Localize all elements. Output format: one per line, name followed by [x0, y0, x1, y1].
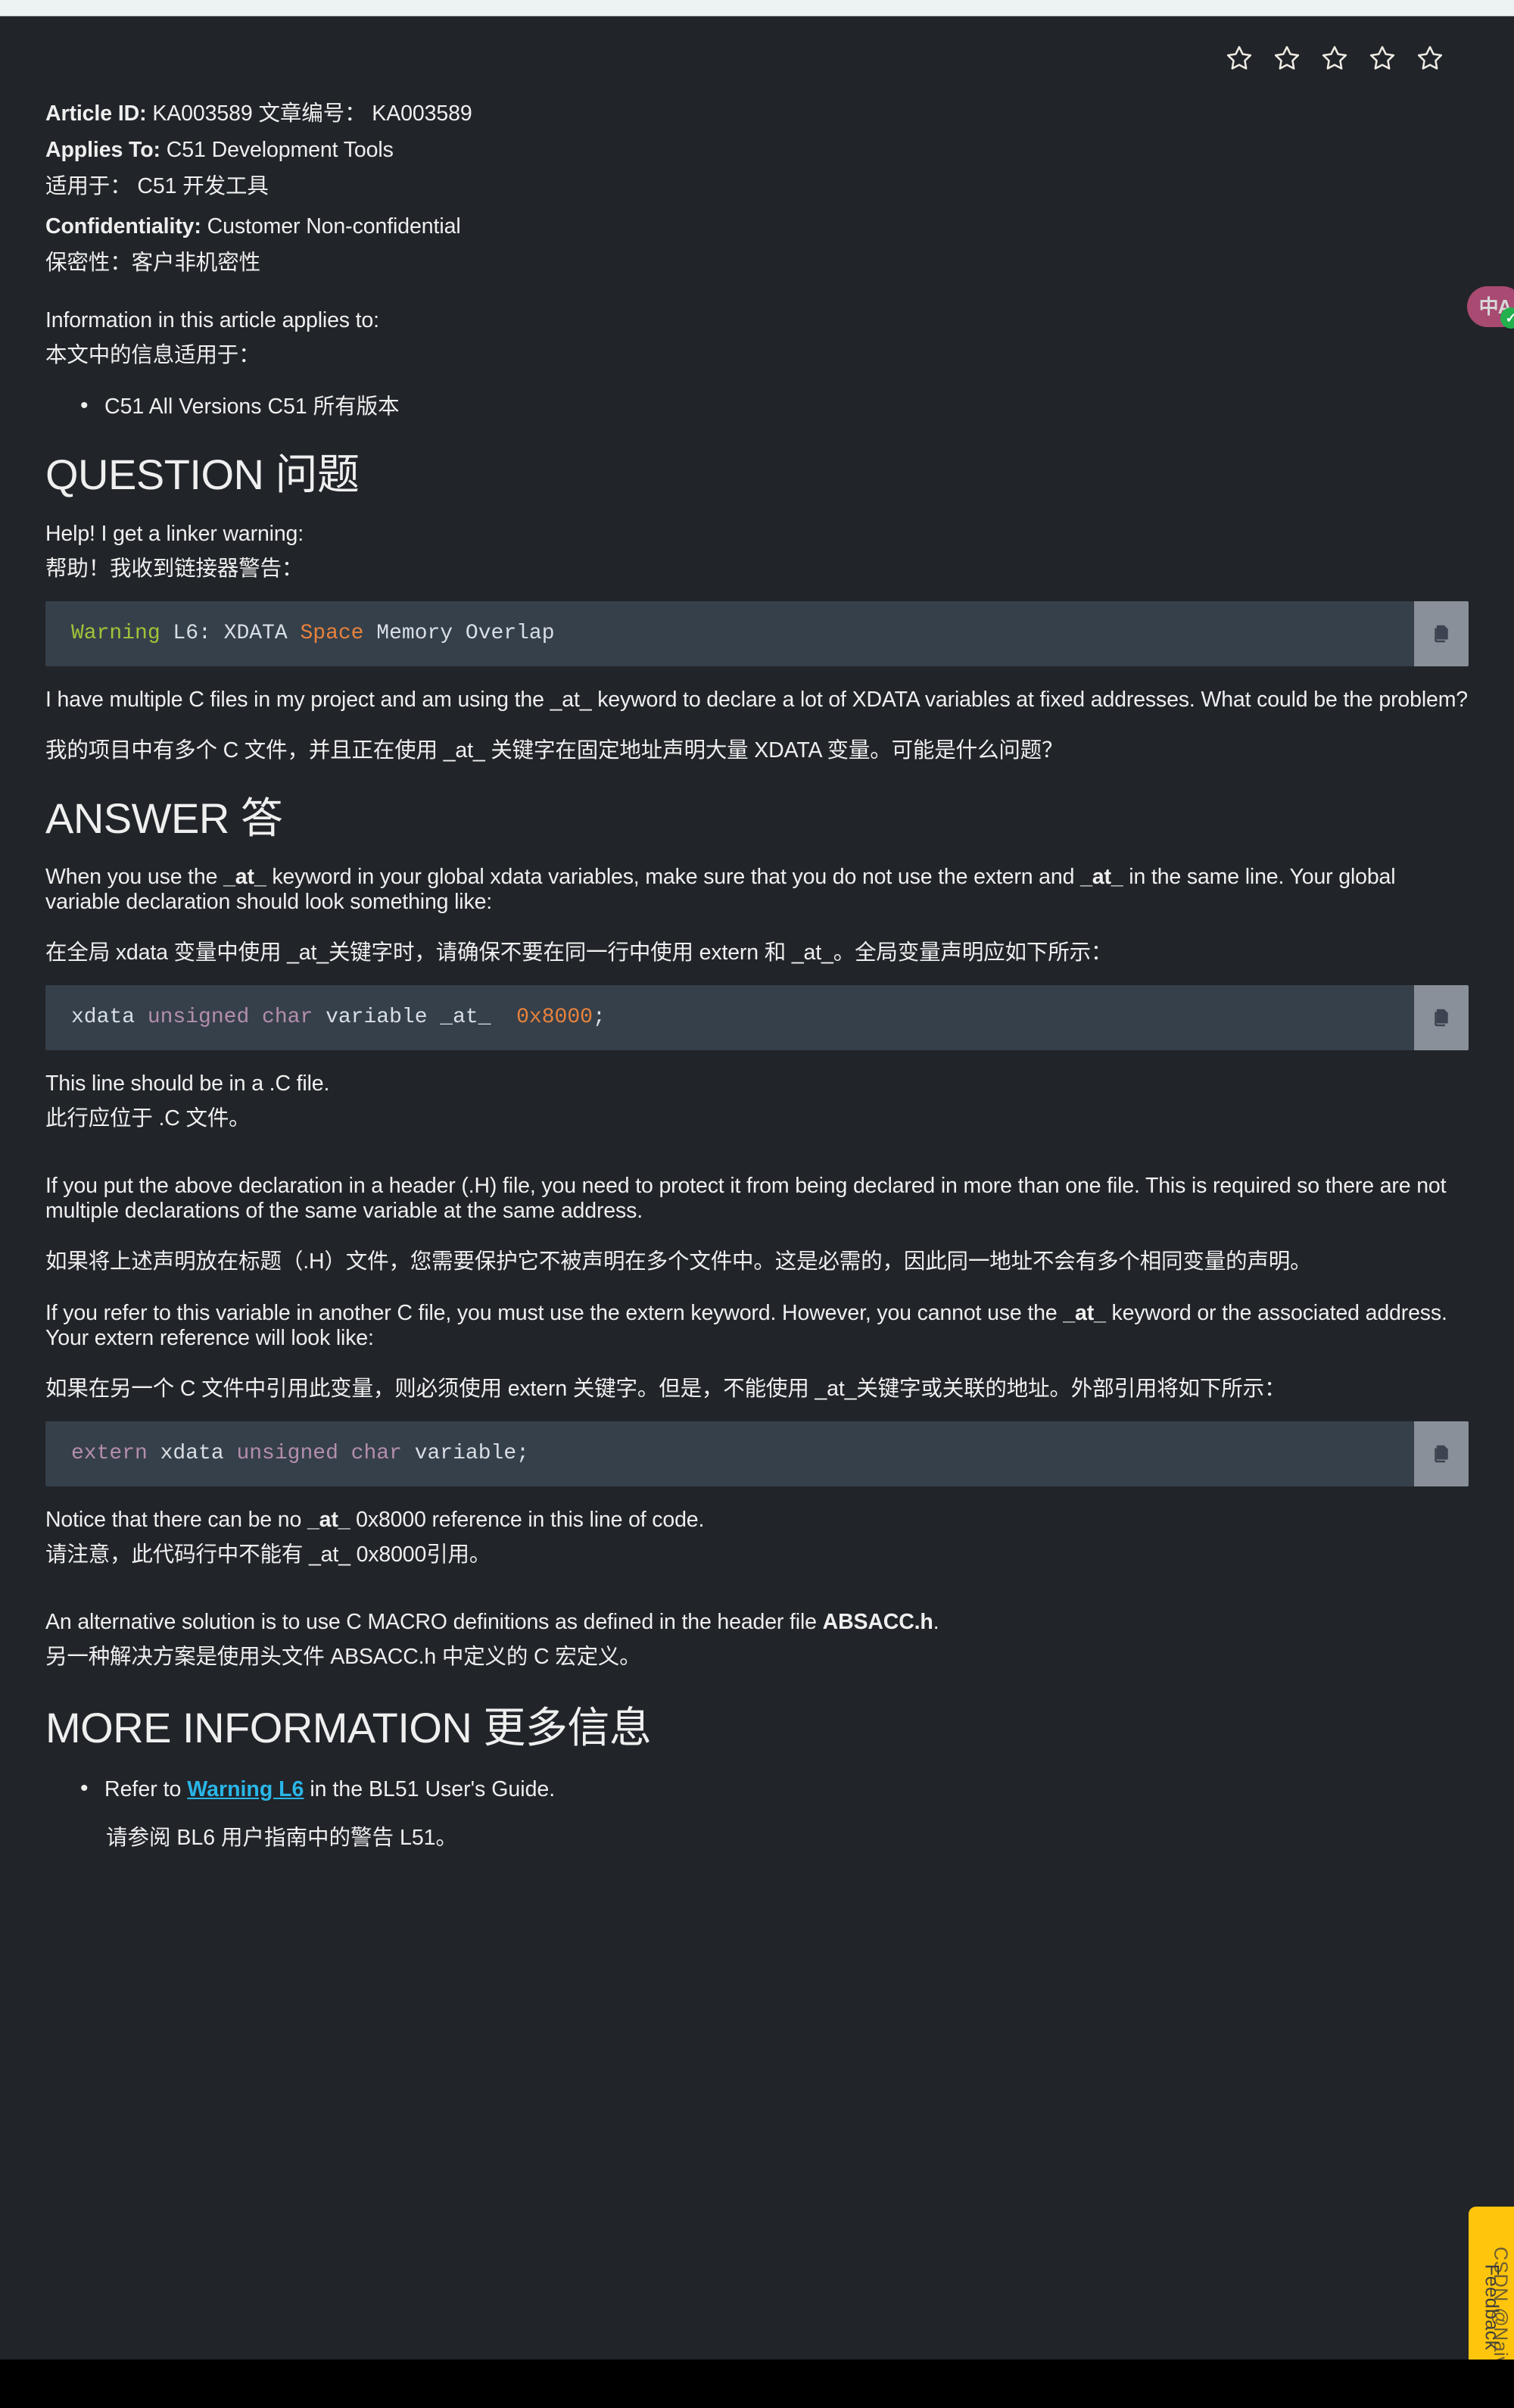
text-run: Refer to	[104, 1776, 188, 1801]
intro-cn: 本文中的信息适用于：	[45, 342, 260, 367]
intro-en: Information in this article applies to:	[45, 307, 379, 332]
code-token: 0x8000	[516, 1006, 593, 1030]
confidentiality-value: Customer Non-confidential	[207, 214, 461, 239]
article-page: Article ID: KA003589 文章编号： KA003589 Appl…	[0, 17, 1514, 2360]
code-token: unsigned char	[236, 1442, 402, 1466]
question-body-cn: 我的项目中有多个 C 文件，并且正在使用 _at_ 关键字在固定地址声明大量 X…	[45, 738, 1064, 763]
applies-to-value: C51 Development Tools	[166, 137, 394, 162]
article-content: Article ID: KA003589 文章编号： KA003589 Appl…	[23, 101, 1491, 1851]
article-id-label: Article ID:	[45, 101, 147, 126]
more-information-list: Refer to Warning L6 in the BL51 User's G…	[45, 1775, 1469, 1851]
section-heading-answer: ANSWER 答	[45, 794, 283, 842]
answer-p4-cn: 如果在另一个 C 文件中引用此变量，则必须使用 extern 关键字。但是，不能…	[45, 1377, 1286, 1402]
keyword-at: _at_	[223, 865, 266, 890]
applies-to-line-cn: 适用于： C51 开发工具	[45, 173, 269, 198]
text-run: 0x8000 reference in this line of code.	[350, 1508, 705, 1533]
answer-p6-en: An alternative solution is to use C MACR…	[45, 1610, 1469, 1635]
code-text: Warning L6: XDATA Space Memory Overlap	[45, 601, 581, 666]
confidentiality-line-cn: 保密性：客户非机密性	[45, 251, 261, 276]
code-block-declaration: xdata unsigned char variable _at_ 0x8000…	[45, 985, 1469, 1051]
star-icon-1[interactable]	[1225, 44, 1254, 73]
article-id-value: KA003589 文章编号： KA003589	[152, 101, 472, 126]
answer-p5-en: Notice that there can be no _at_ 0x8000 …	[45, 1508, 1469, 1533]
text-run: If you refer to this variable in another…	[45, 1301, 1064, 1326]
text-run: An alternative solution is to use C MACR…	[45, 1610, 823, 1635]
code-token: unsigned char	[147, 1006, 313, 1030]
answer-p3-en: If you put the above declaration in a he…	[45, 1174, 1447, 1224]
article-star-rating[interactable]	[23, 17, 1491, 73]
browser-top-band	[0, 0, 1514, 17]
copy-icon	[1435, 1009, 1448, 1027]
applies-to-line: Applies To: C51 Development Tools	[45, 138, 1469, 163]
code-block-extern: extern xdata unsigned char variable;	[45, 1421, 1469, 1487]
star-icon-5[interactable]	[1416, 44, 1444, 73]
answer-p2-cn: 此行应位于 .C 文件。	[45, 1106, 251, 1131]
copy-code-button[interactable]	[1414, 600, 1469, 666]
question-lead-cn: 帮助！我收到链接器警告：	[45, 556, 304, 581]
copy-icon	[1435, 1445, 1448, 1463]
code-text: extern xdata unsigned char variable;	[45, 1421, 555, 1486]
list-item-label-cn: 请参阅 BL6 用户指南中的警告 L51。	[106, 1826, 458, 1851]
page-bottom-bar	[0, 2360, 1514, 2408]
code-token: L6: XDATA	[160, 621, 301, 645]
confidentiality-label: Confidentiality:	[45, 214, 201, 239]
code-token: variable	[313, 1006, 441, 1030]
copy-code-button[interactable]	[1414, 1421, 1469, 1487]
text-run: When you use the	[45, 865, 224, 890]
applies-to-label: Applies To:	[45, 137, 160, 162]
list-item: C51 All Versions C51 所有版本	[80, 392, 1469, 420]
keyword-at: _at_	[1063, 1301, 1106, 1326]
keyword-at: _at_	[307, 1508, 350, 1533]
text-run: keyword in your global xdata variables, …	[266, 865, 1081, 890]
answer-p4-en: If you refer to this variable in another…	[45, 1301, 1469, 1351]
confidentiality-line: Confidentiality: Customer Non-confidenti…	[45, 214, 1469, 239]
section-heading-more-information: MORE INFORMATION 更多信息	[45, 1704, 652, 1752]
code-token: extern	[71, 1442, 148, 1466]
code-block-warning: Warning L6: XDATA Space Memory Overlap	[45, 600, 1469, 666]
answer-p6-cn: 另一种解决方案是使用头文件 ABSACC.h 中定义的 C 宏定义。	[45, 1645, 641, 1670]
watermark: CSDN @Naiva	[1490, 2247, 1511, 2378]
answer-p2-en: This line should be in a .C file.	[45, 1071, 330, 1096]
answer-p5-cn: 请注意，此代码行中不能有 _at_ 0x8000引用。	[45, 1542, 491, 1567]
code-token: Warning	[71, 621, 160, 645]
code-token: Space	[300, 621, 364, 645]
question-lead-en: Help! I get a linker warning:	[45, 521, 304, 546]
text-run: Notice that there can be no	[45, 1508, 307, 1533]
text-run: .	[933, 1610, 939, 1635]
section-heading-question: QUESTION 问题	[45, 451, 360, 499]
header-file-name: ABSACC.h	[822, 1610, 933, 1635]
answer-p1-cn: 在全局 xdata 变量中使用 _at_关键字时，请确保不要在同一行中使用 ex…	[45, 940, 1113, 965]
answer-p3-cn: 如果将上述声明放在标题（.H）文件，您需要保护它不被声明在多个文件中。这是必需的…	[45, 1249, 1312, 1274]
translate-widget[interactable]: 中A ✓	[1467, 286, 1514, 329]
star-icon-4[interactable]	[1368, 44, 1397, 73]
copy-icon	[1435, 625, 1448, 642]
question-body-en: I have multiple C files in my project an…	[45, 687, 1468, 712]
answer-p1-en: When you use the _at_ keyword in your gl…	[45, 865, 1469, 915]
warning-l6-link[interactable]: Warning L6	[187, 1777, 304, 1801]
star-icon-2[interactable]	[1273, 44, 1301, 73]
list-item: Refer to Warning L6 in the BL51 User's G…	[80, 1775, 1469, 1851]
text-run: in the BL51 User's Guide.	[304, 1776, 556, 1801]
check-badge-icon: ✓	[1500, 307, 1514, 329]
code-token: xdata	[71, 1006, 148, 1030]
keyword-at: _at_	[1080, 865, 1123, 890]
article-id-line: Article ID: KA003589 文章编号： KA003589	[45, 101, 1469, 126]
copy-code-button[interactable]	[1414, 985, 1469, 1051]
code-token: ;	[592, 1006, 606, 1030]
list-item-label: C51 All Versions C51 所有版本	[104, 394, 400, 419]
code-text: xdata unsigned char variable _at_ 0x8000…	[45, 985, 631, 1050]
code-token: _at_	[440, 1006, 491, 1030]
applies-to-bullet-list: C51 All Versions C51 所有版本	[45, 392, 1469, 420]
code-token: variable;	[401, 1442, 529, 1466]
star-icon-3[interactable]	[1320, 44, 1349, 73]
code-token: xdata	[147, 1442, 237, 1466]
code-token: Memory Overlap	[363, 621, 555, 645]
